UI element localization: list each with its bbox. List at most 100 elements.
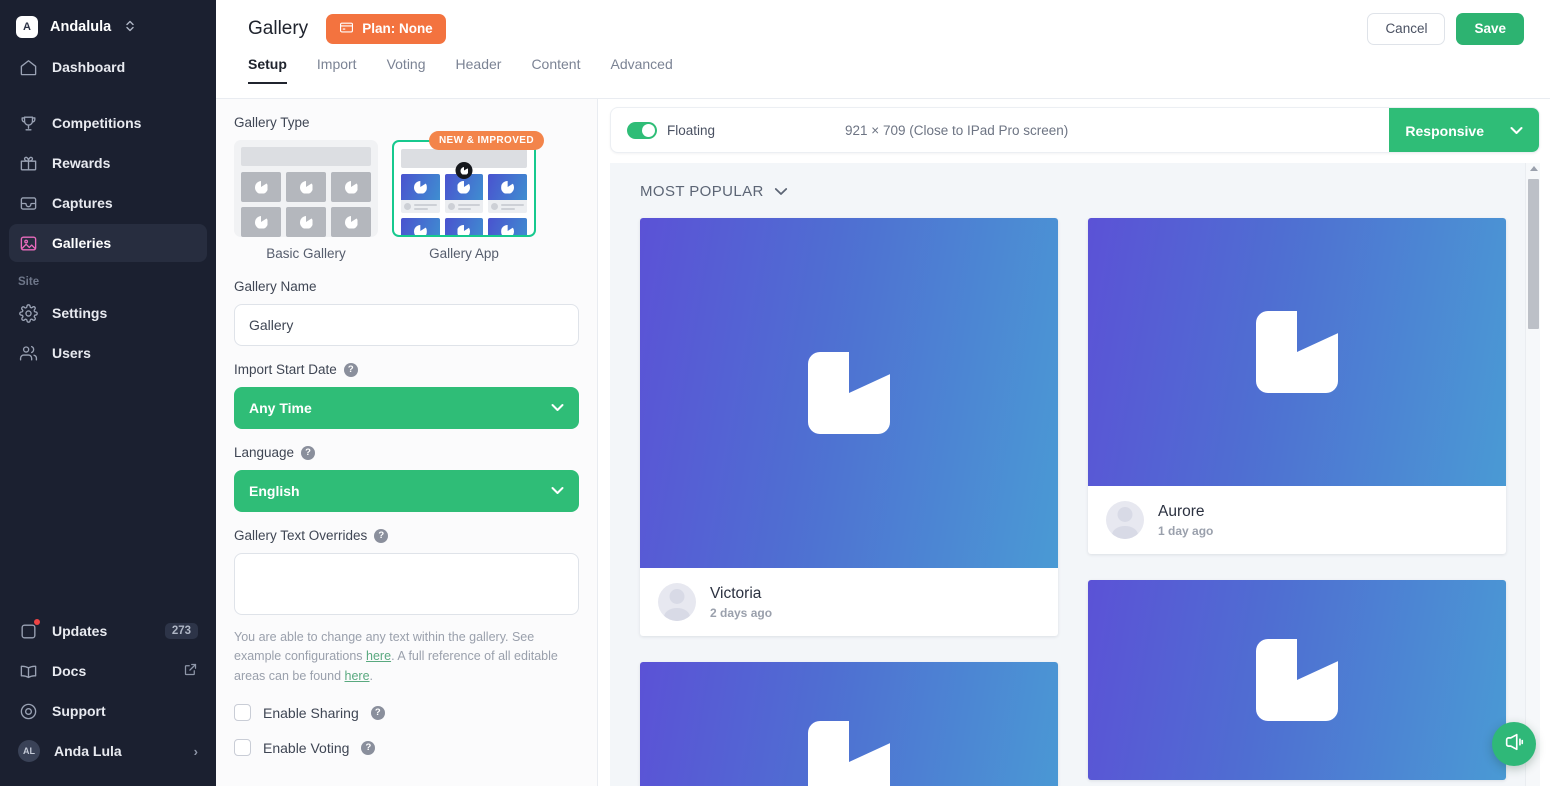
avatar: [658, 583, 696, 621]
scroll-up-arrow-icon[interactable]: [1530, 166, 1538, 171]
save-button[interactable]: Save: [1456, 12, 1524, 45]
gallery-type-options: Basic Gallery NEW & IMPROVED Gallery App: [234, 131, 579, 261]
sidebar-item-users[interactable]: Users: [9, 334, 207, 372]
gallery-card-meta: Victoria 2 days ago: [640, 568, 1058, 636]
sidebar-item-rewards[interactable]: Rewards: [9, 144, 207, 182]
enable-voting-row[interactable]: Enable Voting ?: [234, 739, 579, 757]
label-text: Gallery Text Overrides: [234, 528, 368, 543]
sidebar-nav-site: Settings Users: [0, 294, 216, 374]
tab-setup[interactable]: Setup: [248, 57, 302, 84]
gallery-type-basic[interactable]: Basic Gallery: [234, 140, 378, 261]
chevron-updown-icon: [125, 20, 135, 35]
notification-dot: [34, 619, 40, 625]
sidebar-item-label: Dashboard: [52, 59, 126, 75]
floating-toggle-group[interactable]: Floating: [627, 121, 716, 139]
chevron-right-icon: ›: [193, 743, 198, 759]
floating-toggle[interactable]: [627, 121, 657, 139]
chevron-down-icon: [1510, 124, 1523, 138]
preview-dimensions: 921 × 709 (Close to IPad Pro screen): [845, 122, 1069, 138]
content-split: Gallery Type Basic Gallery NEW & IMPROVE…: [216, 99, 1550, 786]
gallery-card-image: [640, 662, 1058, 786]
language-select[interactable]: English: [234, 470, 579, 512]
sidebar-item-label: Updates: [52, 623, 108, 639]
chevron-down-icon: [551, 484, 564, 498]
main-area: Gallery Plan: None Cancel Save Setup Imp…: [216, 0, 1550, 786]
workspace-switcher[interactable]: A Andalula: [0, 0, 216, 48]
image-icon: [18, 233, 38, 253]
enable-voting-checkbox[interactable]: [234, 739, 251, 757]
sidebar-item-account[interactable]: AL Anda Lula ›: [9, 732, 207, 770]
placeholder-icon: [808, 352, 890, 434]
sidebar-item-support[interactable]: Support: [9, 692, 207, 730]
sidebar-item-galleries[interactable]: Galleries: [9, 224, 207, 262]
gallery-type-app[interactable]: NEW & IMPROVED Gallery App: [392, 131, 544, 261]
gallery-card[interactable]: Aurore 1 day ago: [1088, 218, 1506, 554]
gallery-name-field: Gallery Name: [234, 279, 579, 346]
preview-toolbar: Floating 921 × 709 (Close to IPad Pro sc…: [610, 107, 1540, 153]
example-configurations-link[interactable]: here: [366, 649, 391, 663]
editable-areas-link[interactable]: here: [345, 669, 370, 683]
help-icon[interactable]: ?: [361, 740, 376, 755]
enable-sharing-checkbox[interactable]: [234, 704, 251, 722]
help-icon[interactable]: ?: [374, 528, 389, 543]
scrollbar-thumb[interactable]: [1528, 179, 1539, 329]
import-start-date-select[interactable]: Any Time: [234, 387, 579, 429]
help-icon[interactable]: ?: [301, 445, 316, 460]
new-improved-badge: NEW & IMPROVED: [428, 131, 544, 150]
label-text: Import Start Date: [234, 362, 337, 377]
updates-count-badge: 273: [164, 623, 198, 639]
tab-import[interactable]: Import: [302, 57, 372, 84]
gallery-card-meta: Aurore 1 day ago: [1088, 486, 1506, 554]
gallery-card[interactable]: Victoria 2 days ago: [640, 218, 1058, 636]
sidebar-item-label: Users: [52, 345, 91, 361]
enable-sharing-label: Enable Sharing: [263, 704, 359, 721]
plan-badge[interactable]: Plan: None: [326, 13, 446, 44]
megaphone-icon: [1503, 731, 1525, 758]
tab-voting[interactable]: Voting: [372, 57, 441, 84]
support-chat-button[interactable]: [1492, 722, 1536, 766]
gallery-card[interactable]: [1088, 580, 1506, 780]
sidebar-item-captures[interactable]: Captures: [9, 184, 207, 222]
gallery-card-image: [640, 218, 1058, 568]
gallery-card-image: [1088, 580, 1506, 780]
preview-panel: Floating 921 × 709 (Close to IPad Pro sc…: [598, 99, 1550, 786]
card-icon: [339, 20, 354, 38]
tab-bar: Setup Import Voting Header Content Advan…: [216, 57, 1550, 99]
gallery-type-caption: Gallery App: [429, 246, 499, 261]
enable-sharing-row[interactable]: Enable Sharing ?: [234, 704, 579, 722]
sidebar-item-settings[interactable]: Settings: [9, 294, 207, 332]
sidebar-item-label: Captures: [52, 195, 113, 211]
sidebar-item-label: Rewards: [52, 155, 111, 171]
sidebar-item-label: Settings: [52, 305, 108, 321]
sidebar-item-updates[interactable]: Updates 273: [9, 612, 207, 650]
cancel-button[interactable]: Cancel: [1367, 12, 1446, 45]
gallery-grid: Victoria 2 days ago Aurore 1 day ago: [640, 218, 1506, 786]
workspace-name: Andalula: [50, 19, 112, 35]
users-icon: [18, 343, 38, 363]
help-icon[interactable]: ?: [343, 362, 358, 377]
preview-scrollbar[interactable]: [1525, 163, 1540, 786]
sort-dropdown[interactable]: MOST POPULAR: [640, 183, 1506, 200]
gallery-column-left: Victoria 2 days ago: [640, 218, 1058, 786]
language-label: Language ?: [234, 445, 579, 460]
help-icon[interactable]: ?: [370, 705, 385, 720]
tab-advanced[interactable]: Advanced: [595, 57, 687, 84]
workspace-avatar: A: [16, 16, 38, 38]
gallery-card[interactable]: [640, 662, 1058, 786]
placeholder-icon: [1256, 311, 1338, 393]
gallery-preview: MOST POPULAR Victoria 2 days ago Aurore …: [610, 163, 1540, 786]
label-text: Language: [234, 445, 295, 460]
import-start-date-field: Import Start Date ? Any Time: [234, 362, 579, 429]
sidebar-item-competitions[interactable]: Competitions: [9, 104, 207, 142]
gallery-card-time: 1 day ago: [1158, 523, 1214, 538]
external-link-icon: [183, 662, 198, 680]
sidebar-item-dashboard[interactable]: Dashboard: [9, 48, 207, 86]
tab-header[interactable]: Header: [441, 57, 517, 84]
text-overrides-textarea[interactable]: [234, 553, 579, 615]
floating-toggle-label: Floating: [667, 122, 716, 138]
sidebar-item-docs[interactable]: Docs: [9, 652, 207, 690]
placeholder-icon: [808, 721, 890, 786]
gallery-name-input[interactable]: [234, 304, 579, 346]
tab-content[interactable]: Content: [516, 57, 595, 84]
responsive-dropdown[interactable]: Responsive: [1389, 108, 1539, 152]
